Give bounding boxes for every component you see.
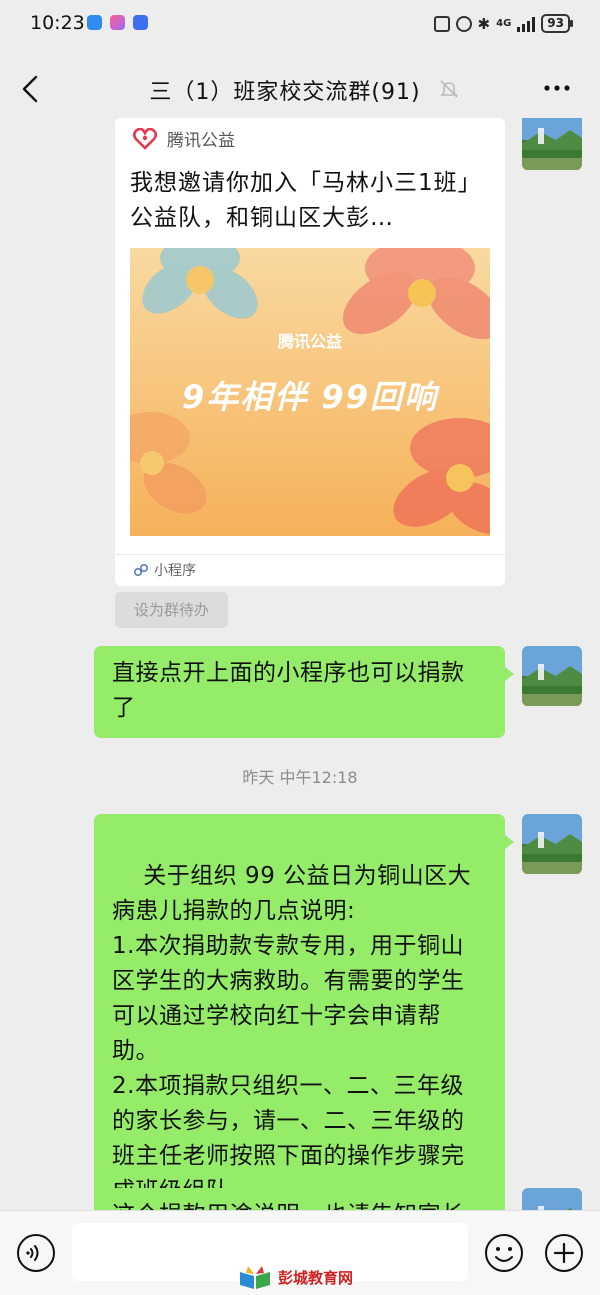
signal-icon bbox=[517, 16, 536, 32]
banner-slogan: 9年相伴 99回响 bbox=[182, 378, 438, 416]
nfc-icon bbox=[433, 15, 450, 32]
more-dots-icon[interactable] bbox=[542, 76, 572, 100]
group-title: 三（1）班家校交流群(91) bbox=[149, 80, 421, 105]
status-indicators: ✱ 4G 93 bbox=[433, 14, 573, 33]
bluetooth-icon: ✱ bbox=[477, 14, 491, 33]
site-watermark: 彭城教育网 bbox=[238, 1264, 353, 1290]
card-brand: 腾讯公益 bbox=[133, 126, 235, 151]
book-logo-icon bbox=[240, 1266, 270, 1289]
plus-icon[interactable] bbox=[544, 1233, 584, 1273]
card-footer: 小程序 bbox=[133, 560, 196, 580]
status-time: 10:23 bbox=[30, 12, 85, 34]
card-brand-label: 腾讯公益 bbox=[167, 131, 235, 151]
card-banner-image: 腾讯公益 9年相伴 99回响 bbox=[130, 248, 490, 536]
mini-program-icon bbox=[133, 563, 149, 577]
message-text: 关于组织 99 公益日为铜山区大病患儿捐款的几点说明: 1.本次捐助款专款专用，… bbox=[112, 863, 472, 1204]
card-divider bbox=[115, 554, 505, 555]
emoji-icon[interactable] bbox=[484, 1233, 524, 1273]
browser-app-icon bbox=[133, 15, 148, 30]
watermark-text: 彭城教育网 bbox=[278, 1268, 354, 1287]
mini-program-card[interactable]: 腾讯公益 我想邀请你加入「马林小三1班」公益队，和铜山区大彭… 腾讯公益 9年相… bbox=[115, 118, 505, 586]
message-timestamp: 昨天 中午12:18 bbox=[242, 768, 358, 787]
charity-heart-icon bbox=[133, 127, 157, 150]
app-notification-icon bbox=[110, 15, 125, 30]
sender-avatar[interactable] bbox=[522, 814, 582, 874]
voice-icon[interactable] bbox=[16, 1233, 56, 1273]
status-bar: 10:23 ✱ 4G 93 bbox=[0, 0, 600, 48]
chat-app-icon bbox=[87, 15, 102, 30]
mini-program-label: 小程序 bbox=[154, 563, 196, 579]
set-group-todo-button[interactable]: 设为群待办 bbox=[115, 592, 228, 628]
message-bubble[interactable]: 这个捐款用途说明，也请告知家长 bbox=[94, 1188, 505, 1210]
sender-avatar[interactable] bbox=[522, 1188, 582, 1210]
alarm-icon bbox=[455, 15, 472, 32]
network-type-label: 4G bbox=[496, 18, 512, 29]
sender-avatar[interactable] bbox=[522, 646, 582, 706]
chat-message-list[interactable]: 腾讯公益 我想邀请你加入「马林小三1班」公益队，和铜山区大彭… 腾讯公益 9年相… bbox=[0, 118, 600, 1210]
message-text: 这个捐款用途说明，也请告知家长 bbox=[112, 1202, 465, 1210]
message-text: 直接点开上面的小程序也可以捐款了 bbox=[112, 660, 465, 721]
sender-avatar[interactable] bbox=[522, 118, 582, 170]
battery-indicator: 93 bbox=[541, 14, 573, 33]
banner-brand: 腾讯公益 bbox=[277, 332, 342, 351]
message-bubble[interactable]: 直接点开上面的小程序也可以捐款了 bbox=[94, 646, 514, 738]
bell-off-icon bbox=[440, 80, 458, 98]
card-title: 我想邀请你加入「马林小三1班」公益队，和铜山区大彭… bbox=[130, 170, 482, 231]
message-bubble[interactable]: 关于组织 99 公益日为铜山区大病患儿捐款的几点说明: 1.本次捐助款专款专用，… bbox=[94, 814, 514, 1210]
